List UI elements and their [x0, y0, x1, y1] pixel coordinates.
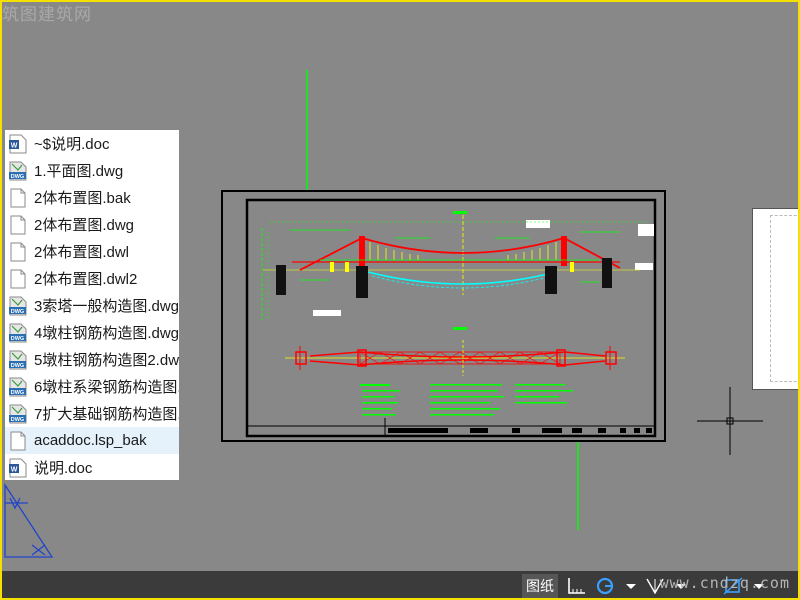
file-list-panel[interactable]: W ~$说明.doc DWG 1.平面图.dwg 2体布置图.bak 2体布置图.dwg 2… [5, 130, 179, 480]
file-name: 3索塔一般构造图.dwg [34, 298, 179, 315]
file-list-item[interactable]: DWG 1.平面图.dwg [5, 157, 179, 184]
blank-file-icon [9, 188, 27, 208]
blank-file-icon [9, 242, 27, 262]
bridge-plan-view [285, 327, 625, 376]
sheet-inner-border [245, 198, 657, 438]
river-profile [367, 271, 557, 285]
file-name: 2体布置图.dwl2 [34, 271, 138, 288]
file-name: acaddoc.lsp_bak [34, 432, 147, 449]
svg-text:W: W [11, 142, 18, 149]
file-name: 1.平面图.dwg [34, 163, 124, 180]
file-list-item[interactable]: acaddoc.lsp_bak [5, 427, 179, 454]
file-name: 6墩柱系梁钢筋构造图.dwg [34, 379, 179, 396]
bridge-elevation-view [261, 211, 654, 320]
dwg-file-icon: DWG [9, 404, 27, 424]
file-name: 2体布置图.dwg [34, 217, 135, 234]
file-list-item[interactable]: DWG 4墩柱钢筋构造图.dwg [5, 319, 179, 346]
dwg-file-icon: DWG [9, 161, 27, 181]
word-doc-icon: W [9, 134, 27, 154]
right-foundation [545, 266, 557, 294]
file-list-item[interactable]: 2体布置图.dwl [5, 238, 179, 265]
file-list-item[interactable]: 2体布置图.bak [5, 184, 179, 211]
watermark-bottom-right: www.cndzq.com [659, 574, 790, 592]
file-list-item[interactable]: DWG 5墩柱钢筋构造图2.dwg [5, 346, 179, 373]
drawing-notes [360, 384, 573, 416]
blank-file-icon [9, 215, 27, 235]
file-name: 说明.doc [34, 460, 93, 477]
file-name: 2体布置图.dwl [34, 244, 130, 261]
dropdown-arrow-icon[interactable] [620, 576, 642, 596]
svg-text:W: W [11, 466, 18, 473]
file-name: 5墩柱钢筋构造图2.dwg [34, 352, 179, 369]
dwg-file-icon: DWG [9, 323, 27, 343]
adjacent-sheet-border [770, 215, 800, 382]
file-list-item[interactable]: 2体布置图.dwl2 [5, 265, 179, 292]
dwg-file-icon: DWG [9, 377, 27, 397]
file-name: 4墩柱钢筋构造图.dwg [34, 325, 179, 342]
paper-space-button[interactable]: 图纸 [522, 574, 558, 598]
file-list-item[interactable]: W 说明.doc [5, 454, 179, 480]
file-list-item[interactable]: W ~$说明.doc [5, 130, 179, 157]
file-name: 7扩大基础钢筋构造图.dwg [34, 406, 179, 423]
file-list-item[interactable]: DWG 3索塔一般构造图.dwg [5, 292, 179, 319]
dwg-file-icon: DWG [9, 350, 27, 370]
snap-mode-icon[interactable] [566, 576, 588, 596]
svg-text:DWG: DWG [11, 389, 24, 395]
left-foundation [356, 266, 368, 298]
file-list-item[interactable]: 2体布置图.dwg [5, 211, 179, 238]
svg-text:DWG: DWG [11, 335, 24, 341]
blank-file-icon [9, 269, 27, 289]
file-list-item[interactable]: DWG 6墩柱系梁钢筋构造图.dwg [5, 373, 179, 400]
dwg-file-icon: DWG [9, 296, 27, 316]
file-name: ~$说明.doc [34, 136, 110, 153]
svg-text:DWG: DWG [11, 308, 24, 314]
crosshair-cursor [697, 387, 763, 455]
blank-file-icon [9, 431, 27, 451]
svg-text:DWG: DWG [11, 416, 24, 422]
title-block-bar [388, 428, 448, 433]
svg-text:DWG: DWG [11, 173, 24, 179]
file-list-item[interactable]: DWG 7扩大基础钢筋构造图.dwg [5, 400, 179, 427]
svg-text:DWG: DWG [11, 362, 24, 368]
file-name: 2体布置图.bak [34, 190, 131, 207]
polar-tracking-icon[interactable] [594, 576, 616, 596]
word-doc-icon: W [9, 458, 27, 478]
ucs-icon [4, 482, 54, 558]
